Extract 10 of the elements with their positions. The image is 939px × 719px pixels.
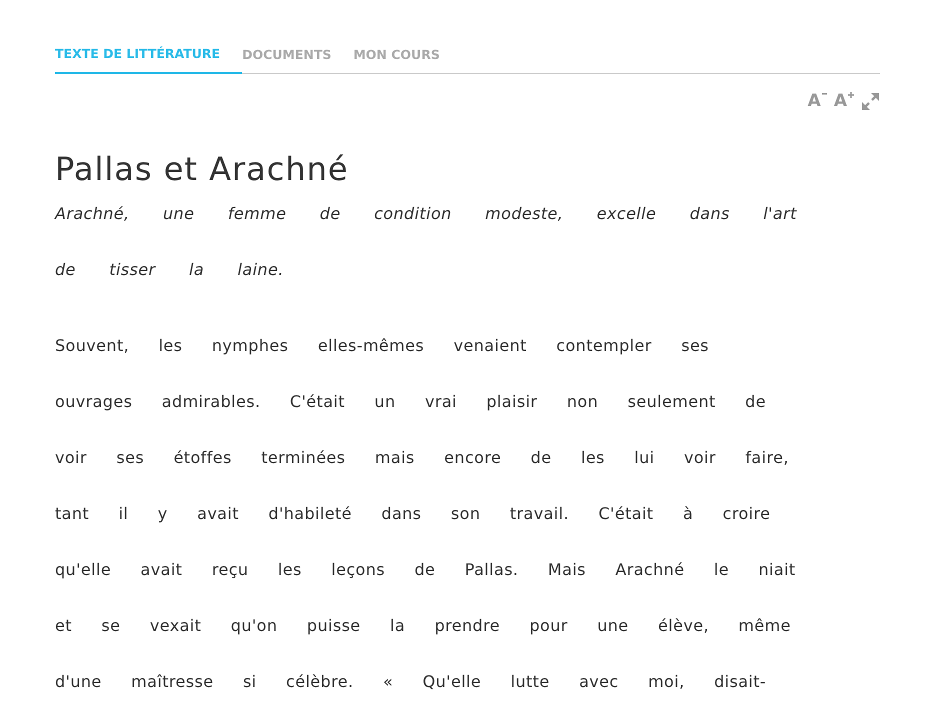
- paragraph: Souvent, les nymphes elles-mêmes venaient contempler ses ouvrages admirables. C'était un vrai plaisir non seulement de voir ses étoffes terminées mais encore de les lui voir faire, tant il y avait d'habileté dans son travail. C'était à croire qu'elle avait reçu les leçons de Pallas. Mais Arachné le niait et se vexait qu'on puisse la prendre pour une élève, même d'une maîtresse si célèbre. « Qu'elle lutte avec moi, disait-: [55, 335, 797, 693]
- tab[interactable]: MON COURS: [353, 0, 462, 73]
- intro-text: Arachné, une femme de condition modeste, excelle dans l'art de tisser la laine.: [55, 203, 798, 281]
- tab[interactable]: TEXTE DE LITTÉRATURE: [55, 0, 242, 74]
- increase-font-button[interactable]: A: [834, 91, 855, 111]
- decrease-font-button[interactable]: A: [808, 91, 828, 111]
- tab[interactable]: DOCUMENTS: [242, 0, 354, 73]
- fullscreen-icon[interactable]: [861, 92, 880, 110]
- title: Pallas et Arachné: [55, 150, 350, 188]
- plus-icon: [847, 91, 855, 100]
